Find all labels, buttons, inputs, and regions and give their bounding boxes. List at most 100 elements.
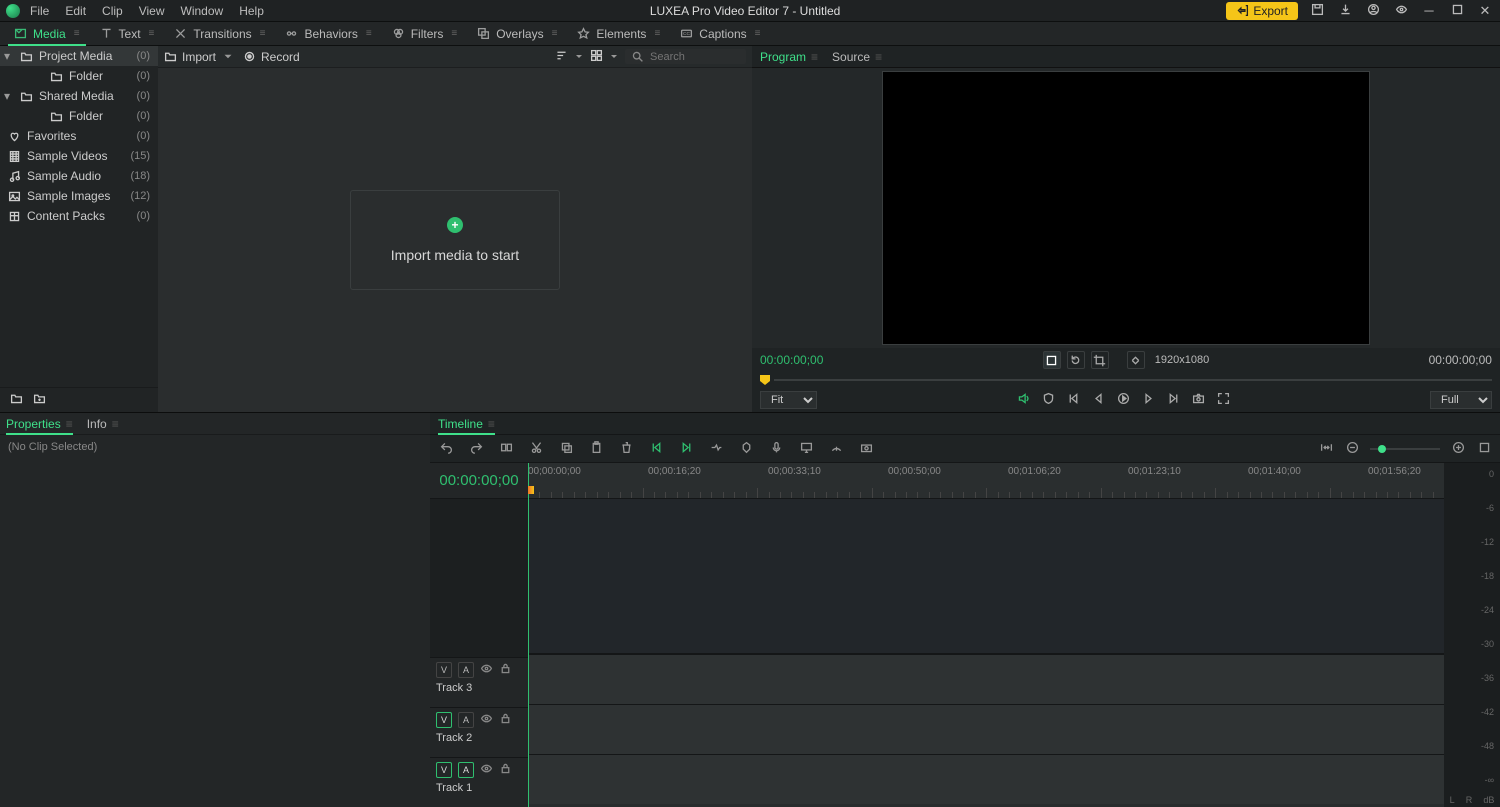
tab-overlays[interactable]: Overlays ≡: [467, 22, 567, 45]
maximize-button[interactable]: [1448, 3, 1466, 19]
copy-icon[interactable]: [558, 441, 574, 457]
goto-start-tl-icon[interactable]: [648, 441, 664, 457]
menu-help[interactable]: Help: [239, 4, 264, 18]
menu-view[interactable]: View: [139, 4, 165, 18]
track-header-track-3[interactable]: V A Track 3: [430, 657, 528, 707]
zoom-out-icon[interactable]: [1344, 441, 1360, 457]
undo-icon[interactable]: [438, 441, 454, 457]
marker-icon[interactable]: [738, 441, 754, 457]
save-icon[interactable]: [1308, 3, 1326, 19]
frame-tool-icon[interactable]: [1043, 351, 1061, 369]
track-visibility-icon[interactable]: [480, 662, 493, 678]
track-video-toggle[interactable]: V: [436, 662, 452, 678]
eye-icon[interactable]: [1392, 3, 1410, 19]
tab-transitions[interactable]: Transitions ≡: [164, 22, 275, 45]
step-back-icon[interactable]: [1092, 392, 1105, 408]
menu-edit[interactable]: Edit: [65, 4, 86, 18]
sidebar-item-sample-images[interactable]: Sample Images (12): [0, 186, 158, 206]
sidebar-item-folder[interactable]: Folder (0): [0, 66, 158, 86]
track-lock-icon[interactable]: [499, 662, 512, 678]
speed-icon[interactable]: [828, 441, 844, 457]
timeline-empty-area[interactable]: [528, 499, 1444, 654]
record-button[interactable]: Record: [243, 50, 300, 64]
fit-timeline-icon[interactable]: [1318, 441, 1334, 457]
track-row[interactable]: [528, 654, 1444, 704]
ripple-icon[interactable]: [708, 441, 724, 457]
goto-start-icon[interactable]: [1067, 392, 1080, 408]
track-header-track-2[interactable]: V A Track 2: [430, 707, 528, 757]
export-button[interactable]: Export: [1226, 2, 1298, 20]
snapshot-tl-icon[interactable]: [858, 441, 874, 457]
track-header-track-1[interactable]: V A Track 1: [430, 757, 528, 807]
split-icon[interactable]: [498, 441, 514, 457]
close-button[interactable]: ✕: [1476, 3, 1494, 19]
import-button[interactable]: Import: [164, 50, 233, 64]
tab-source[interactable]: Source≡: [832, 50, 882, 64]
tab-info[interactable]: Info≡: [87, 417, 119, 431]
track-audio-toggle[interactable]: A: [458, 762, 474, 778]
render-preview-icon[interactable]: [798, 441, 814, 457]
playhead-marker-icon[interactable]: [760, 375, 770, 385]
tab-properties[interactable]: Properties≡: [6, 417, 73, 431]
zoom-in-icon[interactable]: [1450, 441, 1466, 457]
tab-behaviors[interactable]: Behaviors ≡: [275, 22, 381, 45]
fullscreen-icon[interactable]: [1217, 392, 1230, 408]
play-icon[interactable]: [1117, 392, 1130, 408]
timeline-ruler[interactable]: 00;00:00;0000;00:16;2000;00:33;1000;00:5…: [528, 463, 1444, 499]
track-lock-icon[interactable]: [499, 712, 512, 728]
goto-end-icon[interactable]: [1167, 392, 1180, 408]
zoom-fit-select[interactable]: Fit: [760, 391, 817, 409]
voiceover-icon[interactable]: [768, 441, 784, 457]
menu-window[interactable]: Window: [181, 4, 224, 18]
zoom-slider[interactable]: [1370, 448, 1440, 450]
sidebar-item-project-media[interactable]: ▾ Project Media (0): [0, 46, 158, 66]
tab-elements[interactable]: Elements ≡: [567, 22, 670, 45]
track-visibility-icon[interactable]: [480, 712, 493, 728]
lock-aspect-icon[interactable]: [1127, 351, 1145, 369]
track-audio-toggle[interactable]: A: [458, 712, 474, 728]
account-icon[interactable]: [1364, 3, 1382, 19]
sidebar-item-content-packs[interactable]: Content Packs (0): [0, 206, 158, 226]
track-row[interactable]: [528, 754, 1444, 804]
rotate-tool-icon[interactable]: [1067, 351, 1085, 369]
sidebar-item-sample-videos[interactable]: Sample Videos (15): [0, 146, 158, 166]
search-input[interactable]: [650, 51, 740, 63]
snapshot-icon[interactable]: [1192, 392, 1205, 408]
sidebar-item-sample-audio[interactable]: Sample Audio (18): [0, 166, 158, 186]
timeline-playhead[interactable]: [528, 463, 529, 807]
step-forward-icon[interactable]: [1142, 392, 1155, 408]
tab-captions[interactable]: CC Captions ≡: [670, 22, 770, 45]
tab-timeline[interactable]: Timeline≡: [438, 417, 495, 431]
delete-icon[interactable]: [618, 441, 634, 457]
track-audio-toggle[interactable]: A: [458, 662, 474, 678]
menu-file[interactable]: File: [30, 4, 49, 18]
chevron-down-icon[interactable]: [576, 55, 582, 58]
preview-scrubber[interactable]: [752, 372, 1500, 388]
sidebar-item-folder[interactable]: Folder (0): [0, 106, 158, 126]
minimize-button[interactable]: ─: [1420, 3, 1438, 18]
volume-icon[interactable]: [1017, 392, 1030, 408]
safe-zone-icon[interactable]: [1042, 392, 1055, 408]
track-video-toggle[interactable]: V: [436, 712, 452, 728]
track-area[interactable]: 00;00:00;0000;00:16;2000;00:33;1000;00:5…: [528, 463, 1444, 807]
track-visibility-icon[interactable]: [480, 762, 493, 778]
tab-filters[interactable]: Filters ≡: [382, 22, 468, 45]
paste-icon[interactable]: [588, 441, 604, 457]
track-video-toggle[interactable]: V: [436, 762, 452, 778]
crop-tool-icon[interactable]: [1091, 351, 1109, 369]
download-icon[interactable]: [1336, 3, 1354, 19]
sort-icon[interactable]: [555, 49, 568, 65]
sidebar-item-favorites[interactable]: Favorites (0): [0, 126, 158, 146]
sidebar-item-shared-media[interactable]: ▾ Shared Media (0): [0, 86, 158, 106]
new-folder-icon[interactable]: [10, 392, 23, 408]
import-media-card[interactable]: + Import media to start: [350, 190, 560, 290]
tab-media[interactable]: Media ≡: [4, 22, 90, 45]
goto-end-tl-icon[interactable]: [678, 441, 694, 457]
new-bin-icon[interactable]: [33, 392, 46, 408]
timeline-settings-icon[interactable]: [1476, 441, 1492, 457]
tab-program[interactable]: Program≡: [760, 50, 818, 64]
video-preview[interactable]: [882, 71, 1370, 345]
redo-icon[interactable]: [468, 441, 484, 457]
chevron-down-icon[interactable]: [611, 55, 617, 58]
track-row[interactable]: [528, 704, 1444, 754]
